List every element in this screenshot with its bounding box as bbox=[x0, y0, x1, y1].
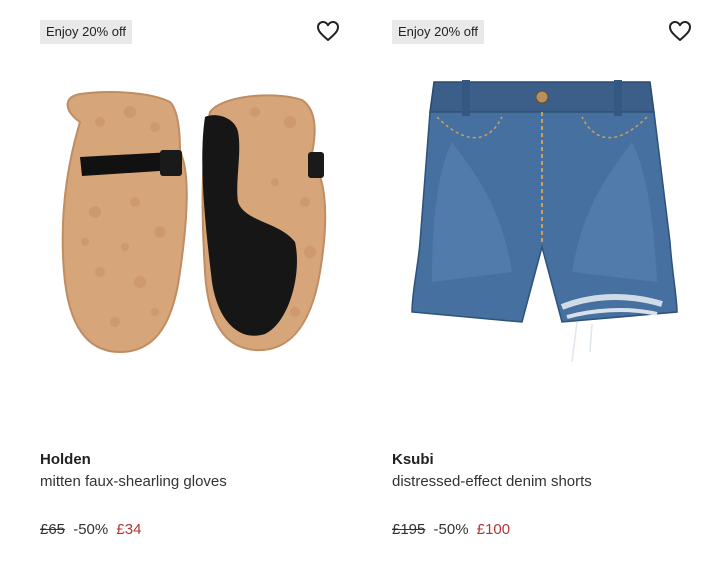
wishlist-heart-icon[interactable] bbox=[316, 20, 340, 42]
product-image[interactable] bbox=[40, 72, 340, 372]
sale-price: £100 bbox=[476, 521, 511, 538]
mittens-image bbox=[61, 91, 327, 354]
wishlist-heart-icon[interactable] bbox=[668, 20, 692, 42]
product-image[interactable] bbox=[392, 72, 692, 372]
product-price: £195 -50% £100 bbox=[392, 521, 510, 538]
product-name[interactable]: distressed-effect denim shorts bbox=[392, 473, 592, 490]
product-price: £65 -50% £34 bbox=[40, 521, 141, 538]
product-card[interactable]: Enjoy 20% off bbox=[40, 0, 340, 563]
promo-badge: Enjoy 20% off bbox=[40, 20, 132, 44]
product-brand[interactable]: Holden bbox=[40, 451, 91, 468]
product-card[interactable]: Enjoy 20% off bbox=[392, 0, 692, 563]
sale-price: £34 bbox=[116, 521, 142, 538]
product-brand[interactable]: Ksubi bbox=[392, 451, 434, 468]
discount-percent: -50% bbox=[73, 521, 109, 538]
promo-badge: Enjoy 20% off bbox=[392, 20, 484, 44]
discount-percent: -50% bbox=[433, 521, 469, 538]
original-price: £65 bbox=[40, 521, 66, 538]
original-price: £195 bbox=[392, 521, 426, 538]
product-name[interactable]: mitten faux-shearling gloves bbox=[40, 473, 227, 490]
denim-shorts-image bbox=[411, 80, 678, 363]
